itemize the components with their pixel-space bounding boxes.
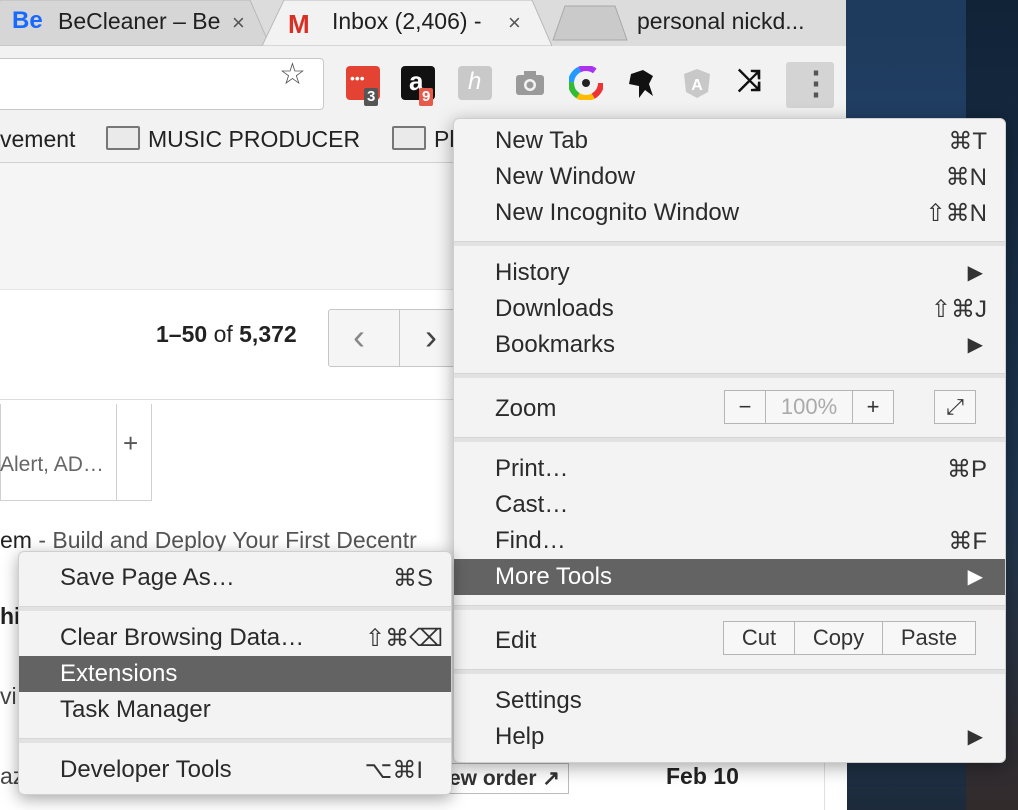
camera-extension-icon[interactable] bbox=[513, 66, 547, 100]
gmail-favicon-icon: M bbox=[288, 9, 310, 39]
menu-item-task-manager[interactable]: Task Manager bbox=[19, 692, 451, 728]
menu-item-new-incognito-window[interactable]: New Incognito Window ⇧⌘N bbox=[454, 195, 1005, 231]
angular-extension-icon[interactable]: A bbox=[680, 66, 714, 100]
pagination-buttons: ‹ › bbox=[328, 309, 460, 367]
email-row-fragment[interactable]: vi bbox=[0, 683, 17, 710]
behance-favicon-icon: Be bbox=[12, 7, 43, 34]
bookmark-star-icon[interactable]: ☆ bbox=[279, 57, 306, 92]
tab-personal[interactable]: personal nickd... bbox=[545, 0, 846, 46]
email-subject: - Build and Deploy Your First Decentr bbox=[31, 527, 417, 553]
zoom-out-button[interactable]: − bbox=[724, 390, 766, 424]
menu-item-extensions[interactable]: Extensions bbox=[19, 656, 451, 692]
tab-label: personal nickd... bbox=[637, 8, 805, 34]
shuffle-extension-icon[interactable]: ⤨ bbox=[735, 64, 769, 100]
bookmark-item[interactable]: vement bbox=[0, 126, 75, 153]
cut-button[interactable]: Cut bbox=[723, 621, 795, 655]
menu-item-print[interactable]: Print… ⌘P bbox=[454, 451, 1005, 487]
amazon-extension-icon[interactable]: a 9 bbox=[401, 66, 435, 106]
menu-item-new-window[interactable]: New Window ⌘N bbox=[454, 159, 1005, 195]
new-order-button[interactable]: ew order ↗ bbox=[440, 763, 569, 794]
category-tab-label: Alert, AD… bbox=[0, 453, 104, 476]
menu-separator bbox=[19, 738, 451, 743]
menu-item-new-tab[interactable]: New Tab ⌘T bbox=[454, 123, 1005, 159]
email-date: Feb 10 bbox=[666, 763, 739, 789]
extension-badge: 3 bbox=[364, 88, 379, 106]
menu-item-developer-tools[interactable]: Developer Tools ⌥⌘I bbox=[19, 752, 451, 788]
bookmark-folder[interactable]: Pl bbox=[392, 126, 454, 153]
folder-icon bbox=[392, 126, 426, 150]
close-tab-icon[interactable]: × bbox=[508, 10, 521, 36]
copy-button[interactable]: Copy bbox=[794, 621, 883, 655]
bookmark-folder-music-producer[interactable]: MUSIC PRODUCER bbox=[106, 126, 360, 153]
menu-item-bookmarks[interactable]: Bookmarks ▶ bbox=[454, 327, 1005, 363]
browser-toolbar: ☆ ••• 3 a 9 h A ⤨ ⋮ bbox=[0, 46, 846, 120]
menu-item-help[interactable]: Help ▶ bbox=[454, 719, 1005, 755]
submenu-arrow-icon: ▶ bbox=[967, 726, 983, 748]
color-wheel-extension-icon[interactable] bbox=[568, 65, 604, 101]
email-sender: em bbox=[0, 527, 32, 553]
zoom-level: 100% bbox=[765, 390, 853, 424]
tab-label: Inbox (2,406) - bbox=[332, 8, 482, 34]
submenu-arrow-icon: ▶ bbox=[967, 566, 983, 588]
add-category-button[interactable]: + bbox=[116, 404, 151, 500]
svg-text:A: A bbox=[691, 77, 703, 94]
menu-separator bbox=[454, 437, 1005, 442]
paste-button[interactable]: Paste bbox=[882, 621, 976, 655]
honey-extension-icon[interactable]: h bbox=[458, 66, 492, 100]
submenu-arrow-icon: ▶ bbox=[967, 262, 983, 284]
chrome-menu-button[interactable]: ⋮ bbox=[786, 62, 834, 108]
tab-label: BeCleaner – Be bbox=[58, 8, 221, 34]
folder-icon bbox=[106, 126, 140, 150]
todoist-extension-icon[interactable]: ••• 3 bbox=[346, 66, 380, 106]
next-page-icon[interactable]: › bbox=[425, 316, 437, 358]
more-tools-submenu: Save Page As… ⌘S Clear Browsing Data… ⇧⌘⌫ … bbox=[18, 551, 452, 795]
menu-item-settings[interactable]: Settings bbox=[454, 683, 1005, 719]
menu-item-more-tools[interactable]: More Tools ▶ bbox=[454, 559, 1005, 595]
menu-separator bbox=[454, 373, 1005, 378]
email-row[interactable]: em - Build and Deploy Your First Decentr bbox=[0, 527, 417, 554]
address-bar[interactable] bbox=[0, 58, 324, 110]
chrome-main-menu: New Tab ⌘T New Window ⌘N New Incognito Win… bbox=[453, 118, 1006, 763]
ninja-extension-icon[interactable] bbox=[625, 66, 659, 100]
menu-item-downloads[interactable]: Downloads ⇧⌘J bbox=[454, 291, 1005, 327]
tab-strip: Be BeCleaner – Be × M Inbox (2,406) - × … bbox=[0, 0, 846, 46]
menu-separator bbox=[454, 241, 1005, 246]
tab-becleaner[interactable]: Be BeCleaner – Be × bbox=[0, 0, 270, 46]
tab-inbox[interactable]: M Inbox (2,406) - × bbox=[262, 0, 552, 46]
menu-separator bbox=[454, 669, 1005, 674]
submenu-arrow-icon: ▶ bbox=[967, 334, 983, 356]
close-tab-icon[interactable]: × bbox=[232, 10, 245, 36]
menu-item-history[interactable]: History ▶ bbox=[454, 255, 1005, 291]
extension-badge: 9 bbox=[419, 88, 434, 106]
fullscreen-icon[interactable]: ⤢ bbox=[934, 390, 976, 424]
menu-item-save-page-as[interactable]: Save Page As… ⌘S bbox=[19, 560, 451, 596]
previous-page-icon[interactable]: ‹ bbox=[353, 316, 365, 358]
menu-item-clear-browsing-data[interactable]: Clear Browsing Data… ⇧⌘⌫ bbox=[19, 620, 451, 656]
vertical-dots-icon: ⋮ bbox=[800, 65, 832, 101]
menu-separator bbox=[19, 606, 451, 611]
menu-item-cast[interactable]: Cast… bbox=[454, 487, 1005, 523]
menu-separator bbox=[454, 605, 1005, 610]
pagination-count: 1–50 of 5,372 bbox=[156, 321, 297, 347]
zoom-in-button[interactable]: + bbox=[852, 390, 894, 424]
menu-item-find[interactable]: Find… ⌘F bbox=[454, 523, 1005, 559]
